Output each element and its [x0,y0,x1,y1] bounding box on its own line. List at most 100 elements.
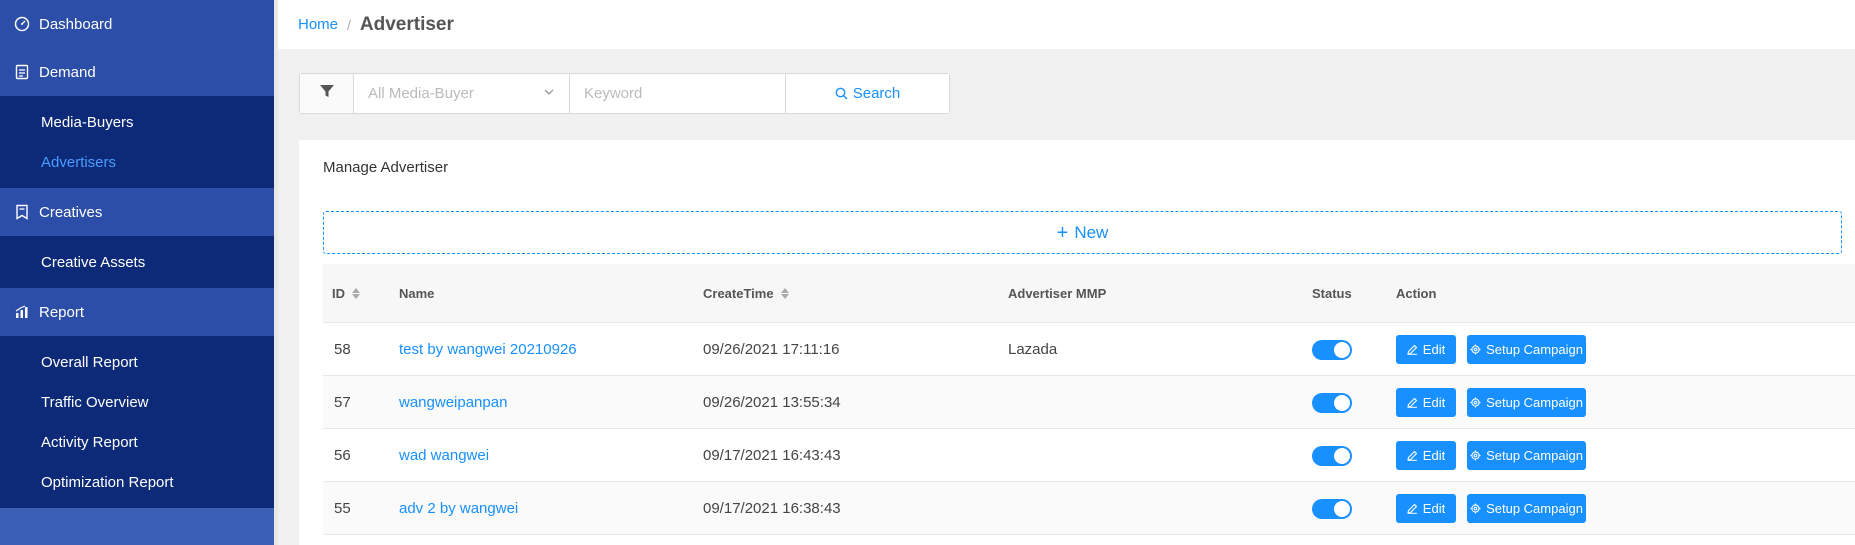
status-toggle[interactable] [1312,445,1352,466]
column-header-id[interactable]: ID [332,264,360,323]
media-buyer-select-value: All Media-Buyer [368,85,474,102]
sidebar-section-report[interactable]: Report [0,288,274,336]
sidebar-submenu-creatives: Creative Assets [0,236,274,288]
search-icon [835,87,848,100]
card-title: Manage Advertiser [323,159,449,176]
cell-id: 58 [334,341,351,358]
gear-icon [1470,344,1481,355]
advertiser-name-link[interactable]: test by wangwei 20210926 [399,323,577,376]
setup-campaign-button[interactable]: Setup Campaign [1467,441,1586,470]
sidebar-submenu-report: Overall Report Traffic Overview Activity… [0,336,274,508]
edit-button[interactable]: Edit [1396,335,1456,364]
column-label: Advertiser MMP [1008,286,1107,301]
sidebar-section-creatives[interactable]: Creatives [0,188,274,236]
report-icon [14,304,30,320]
new-button-label: New [1074,222,1109,242]
sidebar-divider [274,0,278,545]
setup-campaign-button[interactable]: Setup Campaign [1467,388,1586,417]
sidebar-item-overall-report[interactable]: Overall Report [0,342,274,382]
sidebar-item-advertisers[interactable]: Advertisers [0,142,274,182]
column-label: Action [1396,286,1437,301]
edit-button[interactable]: Edit [1396,441,1456,470]
toggle-knob [1334,500,1350,517]
edit-icon [1407,450,1418,461]
setup-campaign-button[interactable]: Setup Campaign [1467,335,1586,364]
sidebar-item-optimization-report[interactable]: Optimization Report [0,462,274,502]
sidebar-section-demand[interactable]: Demand [0,48,274,96]
edit-icon [1407,397,1418,408]
edit-button-label: Edit [1422,342,1446,357]
filter-icon [319,83,335,104]
sidebar-item-label: Traffic Overview [41,393,149,411]
creatives-icon [14,204,30,220]
search-button[interactable]: Search [786,74,949,113]
cell-create-time: 09/17/2021 16:43:43 [703,447,841,464]
sidebar-section-label: Demand [39,63,96,81]
advertiser-name-link[interactable]: wad wangwei [399,429,489,482]
toggle-knob [1334,447,1350,464]
chevron-down-icon [543,85,555,102]
cell-id: 56 [334,447,351,464]
sidebar-section-dashboard[interactable]: Dashboard [0,0,274,48]
new-advertiser-button[interactable]: + New [323,211,1842,254]
demand-icon [14,64,30,80]
edit-icon [1407,344,1418,355]
status-toggle[interactable] [1312,498,1352,519]
sidebar: Dashboard Demand Media-Buyers Advertiser… [0,0,274,545]
search-button-label: Search [852,85,901,102]
edit-button-label: Edit [1422,395,1446,410]
manage-advertiser-card: Manage Advertiser + New ID Name CreateTi… [299,140,1855,545]
table-row: 58 test by wangwei 20210926 09/26/2021 1… [323,323,1855,376]
setup-campaign-label: Setup Campaign [1486,395,1583,410]
sidebar-item-activity-report[interactable]: Activity Report [0,422,274,462]
sidebar-item-label: Optimization Report [41,473,174,491]
sidebar-section-label: Dashboard [39,15,113,33]
sort-icon [352,288,360,299]
status-toggle[interactable] [1312,392,1352,413]
column-label: Status [1312,286,1352,301]
cell-create-time: 09/26/2021 17:11:16 [703,341,840,358]
cell-id: 57 [334,394,351,411]
setup-campaign-button[interactable]: Setup Campaign [1467,494,1586,523]
column-header-createtime[interactable]: CreateTime [703,264,789,323]
breadcrumb-separator: / [347,16,351,33]
cell-advertiser-mmp: Lazada [1008,341,1058,358]
setup-campaign-label: Setup Campaign [1486,342,1583,357]
cell-id: 55 [334,500,351,517]
advertiser-name-link[interactable]: adv 2 by wangwei [399,482,518,535]
sidebar-item-traffic-overview[interactable]: Traffic Overview [0,382,274,422]
sidebar-item-label: Advertisers [41,153,117,171]
column-header-status: Status [1312,264,1352,323]
filter-bar: All Media-Buyer Keyword Search [299,73,950,114]
filter-button[interactable] [300,74,354,113]
edit-icon [1407,503,1418,514]
sidebar-submenu-demand: Media-Buyers Advertisers [0,96,274,188]
column-header-action: Action [1396,264,1436,323]
toggle-knob [1334,394,1350,411]
sidebar-item-label: Activity Report [41,433,138,451]
breadcrumb-home-link[interactable]: Home [298,16,338,33]
toggle-knob [1334,341,1350,358]
sidebar-item-media-buyers[interactable]: Media-Buyers [0,102,274,142]
plus-icon: + [1056,221,1069,244]
sidebar-section-label: Report [39,303,85,321]
advertiser-name-link[interactable]: wangweipanpan [399,376,507,429]
table-row: 56 wad wangwei 09/17/2021 16:43:43 Edit … [323,429,1855,482]
table-row: 57 wangweipanpan 09/26/2021 13:55:34 Edi… [323,376,1855,429]
table-row: 55 adv 2 by wangwei 09/17/2021 16:38:43 … [323,482,1855,535]
edit-button[interactable]: Edit [1396,494,1456,523]
edit-button[interactable]: Edit [1396,388,1456,417]
gear-icon [1470,450,1481,461]
sidebar-item-label: Creative Assets [41,253,146,271]
sidebar-item-creative-assets[interactable]: Creative Assets [0,242,274,282]
cell-create-time: 09/26/2021 13:55:34 [703,394,841,411]
keyword-input[interactable]: Keyword [570,74,786,113]
column-label: CreateTime [703,286,774,301]
status-toggle[interactable] [1312,339,1352,360]
media-buyer-select[interactable]: All Media-Buyer [354,74,570,113]
sidebar-item-label: Media-Buyers [41,113,134,131]
sort-icon [780,288,789,299]
keyword-input-placeholder: Keyword [584,85,643,102]
page-header: Home / Advertiser [278,0,1855,49]
edit-button-label: Edit [1422,501,1446,516]
